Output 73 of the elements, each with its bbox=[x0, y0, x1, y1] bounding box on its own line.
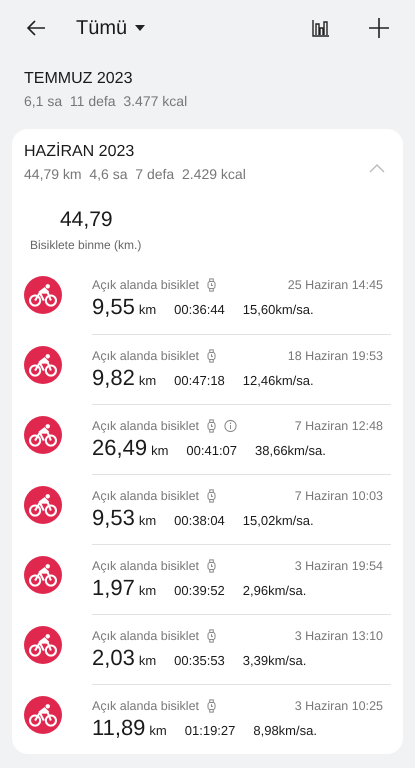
cycling-icon bbox=[24, 556, 62, 594]
watch-icon bbox=[205, 488, 218, 502]
activity-name: Açık alanda bisiklet bbox=[92, 558, 200, 572]
duration: 00:39:52 bbox=[174, 582, 225, 598]
add-icon[interactable] bbox=[367, 16, 391, 40]
duration: 00:47:18 bbox=[174, 372, 225, 388]
distance-unit: km bbox=[138, 372, 156, 388]
total-distance: 44,79 bbox=[60, 208, 113, 232]
speed: 38,66km/sa. bbox=[255, 442, 326, 458]
duration: 00:41:07 bbox=[186, 442, 238, 458]
month-summary: 44,79 km 4,6 sa 7 defa 2.429 kcal bbox=[24, 166, 247, 182]
distance-unit: km bbox=[138, 512, 156, 528]
watch-icon bbox=[205, 558, 218, 572]
speed: 15,60km/sa. bbox=[242, 302, 314, 317]
duration: 00:36:44 bbox=[174, 302, 225, 317]
cycling-icon bbox=[24, 346, 62, 384]
info-icon[interactable] bbox=[224, 418, 238, 432]
activity-date: 7 Haziran 12:48 bbox=[294, 418, 383, 432]
activity-name: Açık alanda bisiklet bbox=[92, 698, 200, 712]
distance-value: 9,82 bbox=[92, 364, 135, 390]
activity-row[interactable]: Açık alanda bisiklet 25 Haziran 14:45 9,55 km 00:36:44 15,60km/sa. bbox=[24, 264, 391, 334]
caret-icon bbox=[135, 25, 146, 31]
activity-date: 3 Haziran 10:25 bbox=[294, 698, 383, 712]
total-label: Bisiklete binme (km.) bbox=[30, 238, 142, 252]
month-title[interactable]: TEMMUZ 2023 bbox=[24, 68, 391, 90]
distance-unit: km bbox=[138, 652, 156, 668]
activity-date: 3 Haziran 19:54 bbox=[294, 558, 383, 572]
activity-date: 3 Haziran 13:10 bbox=[294, 628, 383, 642]
cycling-icon bbox=[24, 416, 62, 454]
duration: 00:35:53 bbox=[174, 652, 225, 668]
activity-name: Açık alanda bisiklet bbox=[92, 628, 200, 642]
distance-unit: km bbox=[149, 722, 167, 738]
activity-row[interactable]: Açık alanda bisiklet 3 Haziran 10:25 11,89 km 01:19:27 8,98km/sa. bbox=[24, 684, 391, 754]
watch-icon bbox=[205, 418, 218, 432]
cycling-icon bbox=[24, 696, 62, 734]
activity-row[interactable]: Açık alanda bisiklet 7 Haziran 12:48 26,49 km 00:41:07 38,66km/sa. bbox=[24, 404, 391, 474]
duration: 00:38:04 bbox=[174, 512, 225, 528]
distance-value: 9,53 bbox=[92, 504, 135, 530]
distance-value: 9,55 bbox=[92, 294, 135, 320]
watch-icon bbox=[205, 348, 218, 362]
activity-name: Açık alanda bisiklet bbox=[92, 488, 200, 502]
activity-row[interactable]: Açık alanda bisiklet 18 Haziran 19:53 9,82 km 00:47:18 12,46km/sa. bbox=[24, 334, 391, 404]
watch-icon bbox=[205, 698, 218, 712]
distance-value: 26,49 bbox=[92, 434, 148, 460]
activity-row[interactable]: Açık alanda bisiklet 7 Haziran 10:03 9,53 km 00:38:04 15,02km/sa. bbox=[24, 474, 391, 544]
activity-row[interactable]: Açık alanda bisiklet 3 Haziran 13:10 2,03 km 00:35:53 3,39km/sa. bbox=[24, 614, 391, 684]
activity-name: Açık alanda bisiklet bbox=[92, 278, 200, 292]
cycling-icon bbox=[24, 626, 62, 664]
watch-icon bbox=[205, 278, 218, 292]
distance-value: 2,03 bbox=[92, 644, 135, 670]
speed: 2,96km/sa. bbox=[242, 582, 306, 598]
speed: 15,02km/sa. bbox=[242, 512, 314, 528]
month-title[interactable]: HAZİRAN 2023 bbox=[24, 141, 369, 163]
distance-unit: km bbox=[138, 302, 156, 317]
filter-dropdown[interactable]: Tümü bbox=[76, 16, 146, 40]
duration: 01:19:27 bbox=[184, 722, 236, 738]
cycling-icon bbox=[24, 486, 62, 524]
watch-icon bbox=[205, 628, 218, 642]
activity-name: Açık alanda bisiklet bbox=[92, 418, 200, 432]
activity-date: 18 Haziran 19:53 bbox=[288, 348, 383, 362]
distance-unit: km bbox=[138, 582, 156, 598]
activity-row[interactable]: Açık alanda bisiklet 3 Haziran 19:54 1,97 km 00:39:52 2,96km/sa. bbox=[24, 544, 391, 614]
month-summary: 6,1 sa 11 defa 3.477 kcal bbox=[24, 93, 188, 109]
speed: 8,98km/sa. bbox=[253, 722, 317, 738]
speed: 3,39km/sa. bbox=[242, 652, 306, 668]
activity-date: 7 Haziran 10:03 bbox=[294, 488, 383, 502]
speed: 12,46km/sa. bbox=[242, 372, 314, 388]
activity-date: 25 Haziran 14:45 bbox=[288, 278, 383, 292]
distance-value: 11,89 bbox=[92, 714, 146, 740]
distance-unit: km bbox=[151, 442, 168, 458]
cycling-icon bbox=[24, 276, 62, 314]
distance-value: 1,97 bbox=[92, 574, 135, 600]
activity-name: Açık alanda bisiklet bbox=[92, 348, 200, 362]
